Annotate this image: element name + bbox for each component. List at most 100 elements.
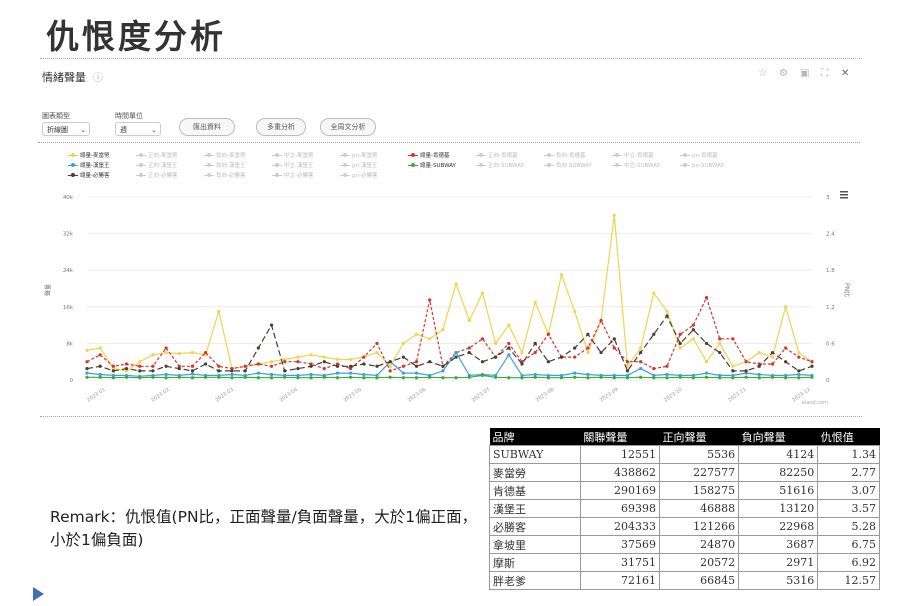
data-point (190, 369, 195, 373)
data-point (309, 376, 313, 380)
table-cell: 82250 (738, 463, 819, 482)
data-point (309, 353, 313, 357)
data-point (269, 323, 274, 327)
data-point (164, 364, 168, 368)
data-point (665, 309, 669, 313)
data-point (414, 364, 419, 368)
data-point (283, 360, 287, 364)
data-point (204, 375, 208, 379)
data-point (586, 332, 590, 336)
table-cell: 12551 (579, 445, 661, 464)
data-point (757, 372, 761, 377)
data-point (507, 376, 511, 380)
data-point (414, 332, 419, 336)
data-point (98, 364, 102, 368)
y-axis-label: 聲量 (44, 284, 52, 296)
data-point (494, 375, 498, 379)
x-tick-label: 2023-05 (343, 387, 364, 404)
data-point (269, 364, 274, 368)
data-point (533, 300, 537, 304)
y2-axis-label: PN比 (843, 283, 851, 297)
data-point (507, 341, 511, 345)
table-row: 摩斯 31751 20572 2971 6.92 (489, 553, 880, 572)
table-row: 必勝客 204333 121266 22968 5.28 (489, 517, 880, 536)
data-point (599, 350, 603, 355)
data-point (573, 375, 577, 379)
table-row: 麥當勞 438862 227577 82250 2.77 (489, 463, 880, 482)
data-point (349, 375, 353, 379)
data-point (691, 328, 695, 332)
data-point (428, 337, 432, 341)
remark-text: Remark：仇恨值(PN比，正面聲量/負面聲量，大於1偏正面，小於1偏負面) (50, 508, 478, 549)
data-point (520, 350, 524, 355)
data-point (322, 360, 326, 364)
table-cell: 37569 (579, 535, 661, 554)
data-point (349, 364, 353, 368)
data-point (335, 357, 340, 362)
data-point (784, 360, 788, 364)
data-point (757, 350, 761, 355)
hamburger-icon (840, 194, 848, 196)
data-point (428, 298, 432, 302)
data-point (124, 375, 129, 379)
data-point (243, 369, 247, 373)
data-point (441, 369, 445, 373)
data-point (401, 371, 405, 375)
table-row: 胖老爹 72161 66845 5316 12.57 (489, 571, 880, 590)
data-point (704, 360, 709, 364)
data-point (375, 341, 379, 345)
data-point (480, 373, 485, 378)
y2-tick-label: 3 (826, 195, 830, 201)
play-icon[interactable] (33, 587, 44, 601)
table-header-cell: 關聯聲量 (580, 428, 660, 446)
data-point (138, 364, 142, 368)
data-point (362, 362, 366, 366)
data-point (164, 372, 168, 377)
table-cell: 31751 (579, 553, 661, 572)
data-point (573, 371, 577, 375)
data-point (494, 341, 498, 345)
data-point (704, 375, 709, 379)
data-point (704, 341, 709, 345)
data-point (177, 375, 181, 379)
data-point (731, 337, 735, 341)
data-point (164, 350, 168, 355)
data-point (546, 332, 550, 336)
data-point (190, 372, 195, 376)
data-point (546, 360, 550, 364)
data-point (691, 376, 695, 380)
data-point (85, 366, 89, 371)
data-point (151, 364, 155, 368)
data-point (810, 360, 814, 364)
data-point (362, 376, 366, 380)
data-point (810, 375, 814, 379)
table-header-cell: 品牌 (489, 428, 581, 446)
data-point (467, 346, 471, 350)
data-point (335, 371, 340, 375)
y-tick-label: 0 (70, 378, 74, 384)
data-point (296, 376, 300, 380)
table-cell: 5.28 (817, 517, 880, 536)
data-point (467, 318, 471, 323)
hatred-table: 品牌 關聯聲量 正向聲量 負向聲量 仇恨值 SUBWAY 12551 5536 4124 1.3… (489, 428, 880, 590)
divider (40, 416, 862, 417)
data-point (256, 371, 260, 375)
data-point (138, 369, 142, 373)
table-row: SUBWAY 12551 5536 4124 1.34 (489, 445, 880, 464)
data-point (98, 346, 102, 350)
data-point (559, 355, 564, 359)
data-point (599, 318, 603, 323)
data-point (454, 355, 458, 359)
data-point (401, 364, 405, 368)
y2-tick-label: 0 (826, 378, 830, 384)
table-cell: 2971 (738, 553, 819, 572)
data-point (190, 350, 195, 355)
data-point (401, 376, 405, 380)
data-point (678, 332, 682, 336)
data-point (784, 376, 788, 380)
table-cell: 4124 (738, 445, 819, 464)
x-tick-label: 2023-09 (599, 387, 620, 404)
data-point (269, 360, 274, 364)
data-point (217, 309, 221, 313)
table-cell: 胖老爹 (489, 571, 581, 590)
